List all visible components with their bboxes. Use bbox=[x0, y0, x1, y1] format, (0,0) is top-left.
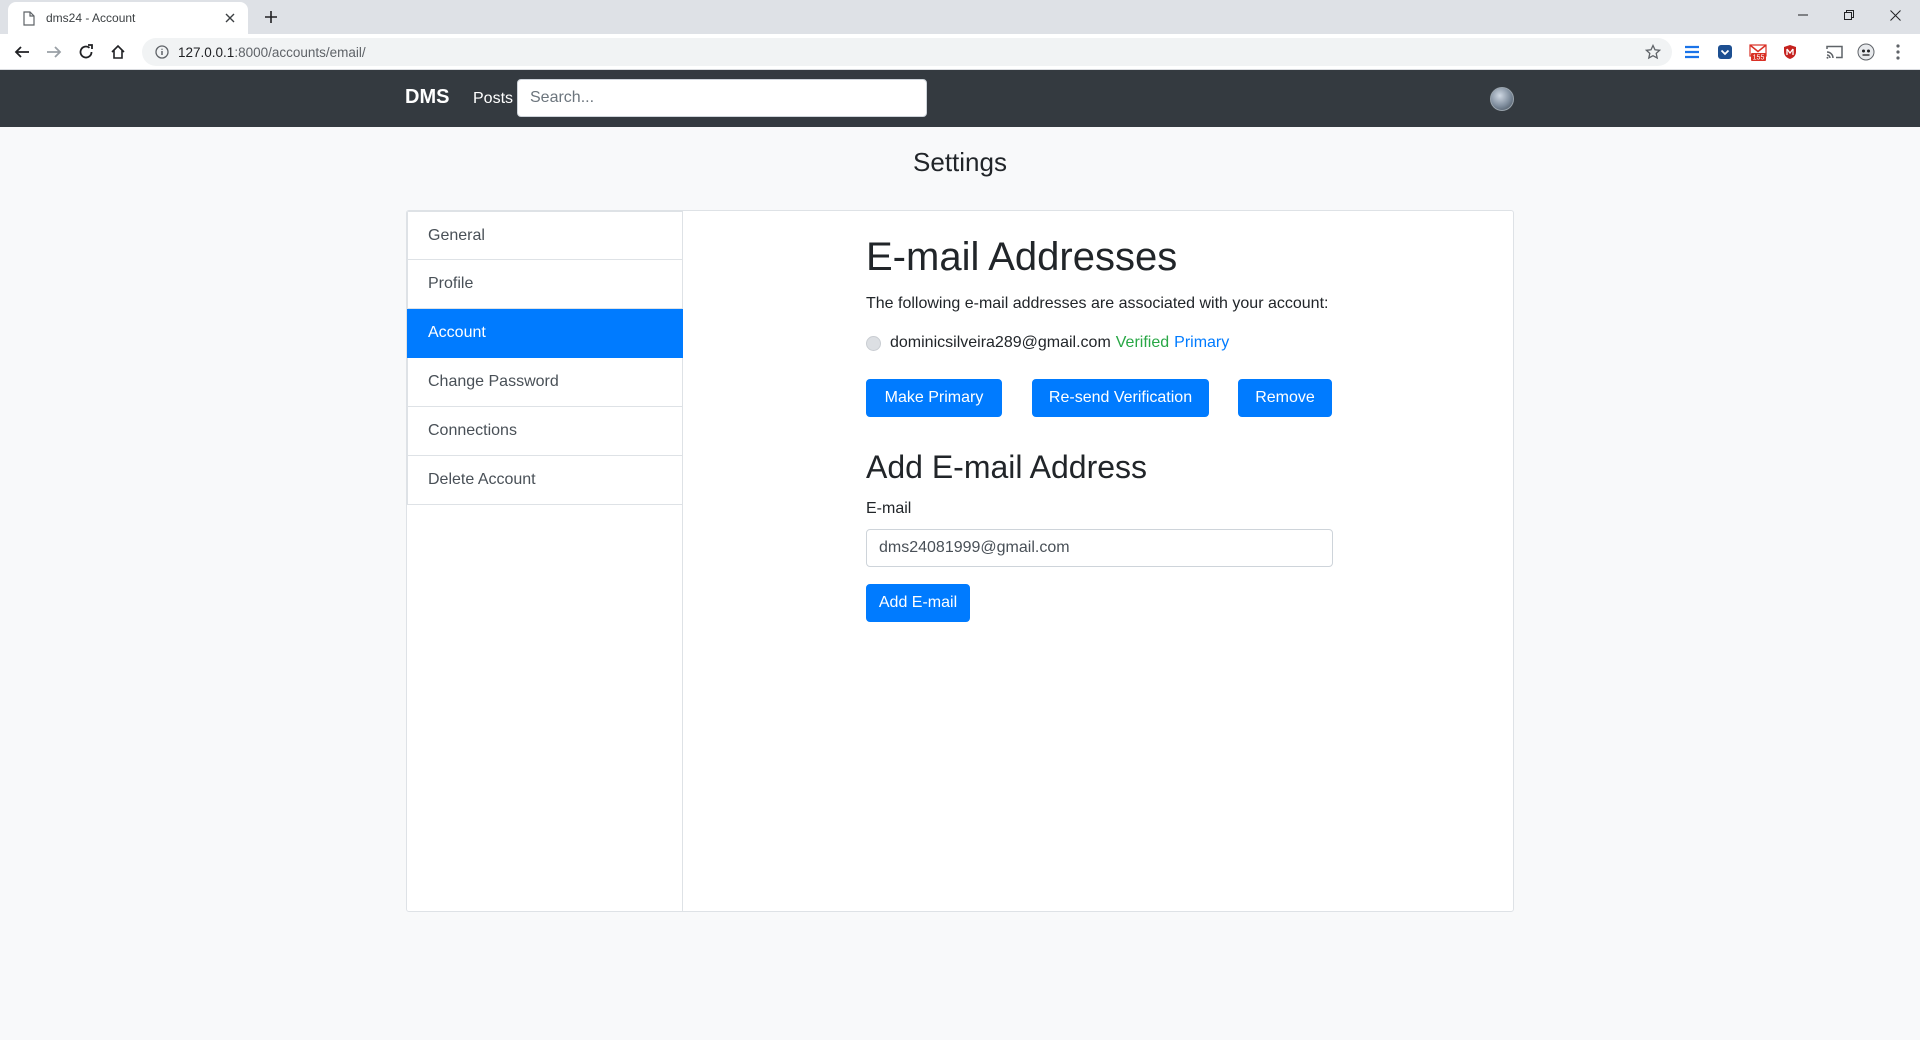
sidebar-item-delete-account[interactable]: Delete Account bbox=[407, 456, 683, 505]
site-navbar: DMS Posts bbox=[0, 70, 1920, 127]
back-arrow-icon[interactable] bbox=[9, 39, 35, 65]
remove-button[interactable]: Remove bbox=[1238, 379, 1332, 417]
sidebar-item-connections[interactable]: Connections bbox=[407, 407, 683, 456]
extension-shield-icon[interactable] bbox=[1781, 43, 1799, 61]
address-bar[interactable]: 127.0.0.1:8000/accounts/email/ bbox=[142, 38, 1672, 66]
add-email-heading: Add E-mail Address bbox=[866, 449, 1148, 485]
minimize-icon[interactable] bbox=[1780, 0, 1826, 30]
profile-icon[interactable] bbox=[1857, 43, 1875, 61]
page-title: Settings bbox=[913, 147, 1007, 177]
restore-icon[interactable] bbox=[1826, 0, 1872, 30]
close-tab-icon[interactable] bbox=[222, 10, 238, 26]
url-host: 127.0.0.1 bbox=[178, 44, 235, 60]
resend-verification-button[interactable]: Re-send Verification bbox=[1032, 379, 1209, 417]
home-icon[interactable] bbox=[105, 39, 131, 65]
sidebar-item-account[interactable]: Account bbox=[407, 309, 683, 358]
bookmark-star-icon[interactable] bbox=[1644, 43, 1662, 61]
browser-tab[interactable]: dms24 - Account bbox=[8, 2, 248, 34]
email-field-label: E-mail bbox=[866, 500, 912, 517]
close-window-icon[interactable] bbox=[1872, 0, 1918, 30]
sidebar-item-profile[interactable]: Profile bbox=[407, 260, 683, 309]
extension-pocket-icon[interactable] bbox=[1716, 43, 1734, 61]
sidebar-item-general[interactable]: General bbox=[407, 211, 683, 260]
info-icon[interactable] bbox=[154, 44, 170, 60]
extension-stack-icon[interactable] bbox=[1683, 43, 1701, 61]
menu-dots-icon[interactable] bbox=[1889, 43, 1907, 61]
make-primary-button[interactable]: Make Primary bbox=[866, 379, 1002, 417]
forward-arrow-icon[interactable] bbox=[41, 39, 67, 65]
browser-tabstrip: dms24 - Account bbox=[0, 0, 1920, 34]
avatar[interactable] bbox=[1490, 87, 1514, 111]
tab-title: dms24 - Account bbox=[46, 11, 136, 25]
cast-icon[interactable] bbox=[1825, 43, 1843, 61]
browser-toolbar: 127.0.0.1:8000/accounts/email/ 155 bbox=[0, 34, 1920, 70]
email-address: dominicsilveira289@gmail.com bbox=[890, 334, 1111, 351]
nav-link-posts[interactable]: Posts bbox=[473, 90, 513, 108]
primary-badge: Primary bbox=[1174, 334, 1230, 351]
brand-logo[interactable]: DMS bbox=[405, 86, 449, 109]
email-description: The following e-mail addresses are assoc… bbox=[866, 295, 1329, 312]
settings-sidebar: General Profile Account Change Password … bbox=[407, 211, 683, 911]
settings-card: General Profile Account Change Password … bbox=[406, 210, 1514, 912]
search-input[interactable] bbox=[517, 79, 927, 117]
url-text: 127.0.0.1:8000/accounts/email/ bbox=[178, 45, 366, 60]
sidebar-item-change-password[interactable]: Change Password bbox=[407, 358, 683, 407]
settings-nav: General Profile Account Change Password … bbox=[407, 211, 683, 505]
email-field[interactable] bbox=[866, 529, 1333, 567]
new-tab-icon[interactable] bbox=[260, 6, 282, 28]
url-path: :8000/accounts/email/ bbox=[234, 44, 366, 60]
email-radio[interactable] bbox=[866, 335, 881, 351]
email-addresses-heading: E-mail Addresses bbox=[866, 235, 1178, 279]
gmail-badge: 155 bbox=[1753, 55, 1765, 62]
verified-badge: Verified bbox=[1115, 334, 1170, 351]
email-list-item: dominicsilveira289@gmail.com Verified Pr… bbox=[866, 334, 1229, 352]
document-icon bbox=[22, 10, 36, 26]
reload-icon[interactable] bbox=[73, 39, 99, 65]
add-email-button[interactable]: Add E-mail bbox=[866, 584, 970, 622]
gmail-icon[interactable]: 155 bbox=[1749, 43, 1767, 61]
